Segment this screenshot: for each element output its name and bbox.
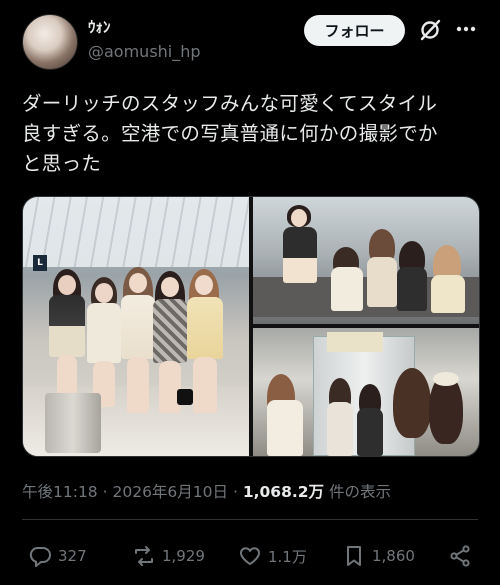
- tweet-date[interactable]: 2026年6月10日: [112, 483, 228, 501]
- views-count[interactable]: 1,068.2万: [243, 483, 324, 501]
- photo-airport-group[interactable]: L: [23, 197, 249, 456]
- bookmark-button[interactable]: 1,860: [342, 544, 415, 568]
- divider: [22, 519, 478, 520]
- display-name[interactable]: ｳｫﾝ: [88, 16, 111, 37]
- tweet-text-line: ダーリッチのスタッフみんな可愛くてスタイル: [22, 92, 438, 115]
- meta-separator: ·: [232, 483, 238, 501]
- tweet-text: ダーリッチのスタッフみんな可愛くてスタイル 良すぎる。空港での写真普通に何かの撮…: [22, 89, 478, 179]
- like-count: 1.1万: [268, 547, 307, 566]
- user-handle[interactable]: @aomushi_hp: [88, 42, 201, 61]
- tweet-time[interactable]: 午後11:18: [22, 483, 98, 501]
- reply-icon: [29, 547, 51, 567]
- terminal-sign: L: [33, 255, 47, 271]
- bookmark-count: 1,860: [372, 547, 415, 565]
- like-button[interactable]: 1.1万: [238, 544, 307, 568]
- share-button[interactable]: [448, 544, 472, 568]
- photo-elevator-group[interactable]: [253, 328, 479, 456]
- more-icon[interactable]: [456, 26, 476, 32]
- tweet-text-line: と思った: [22, 152, 102, 175]
- bookmark-icon: [347, 546, 361, 566]
- reply-button[interactable]: 327: [28, 544, 87, 568]
- meta-separator: ·: [102, 483, 108, 501]
- suitcase: [45, 393, 101, 453]
- repost-icon: [135, 546, 153, 566]
- media-grid: L: [22, 196, 480, 457]
- photo-ceiling: [23, 197, 249, 267]
- views-label: 件の表示: [328, 483, 391, 501]
- photo-lounge-group[interactable]: [253, 197, 479, 324]
- handbag: [177, 389, 193, 405]
- repost-button[interactable]: 1,929: [132, 544, 205, 568]
- follow-button[interactable]: フォロー: [304, 15, 405, 46]
- tweet-text-line: 良すぎる。空港での写真普通に何かの撮影でか: [22, 122, 438, 145]
- avatar[interactable]: [22, 14, 78, 70]
- grok-icon[interactable]: [418, 18, 442, 42]
- elevator-sign: [327, 332, 383, 352]
- like-icon: [239, 547, 261, 565]
- tweet-meta: 午後11:18 · 2026年6月10日 · 1,068.2万 件の表示: [22, 480, 391, 502]
- repost-count: 1,929: [162, 547, 205, 565]
- share-icon: [450, 545, 470, 567]
- reply-count: 327: [58, 547, 87, 565]
